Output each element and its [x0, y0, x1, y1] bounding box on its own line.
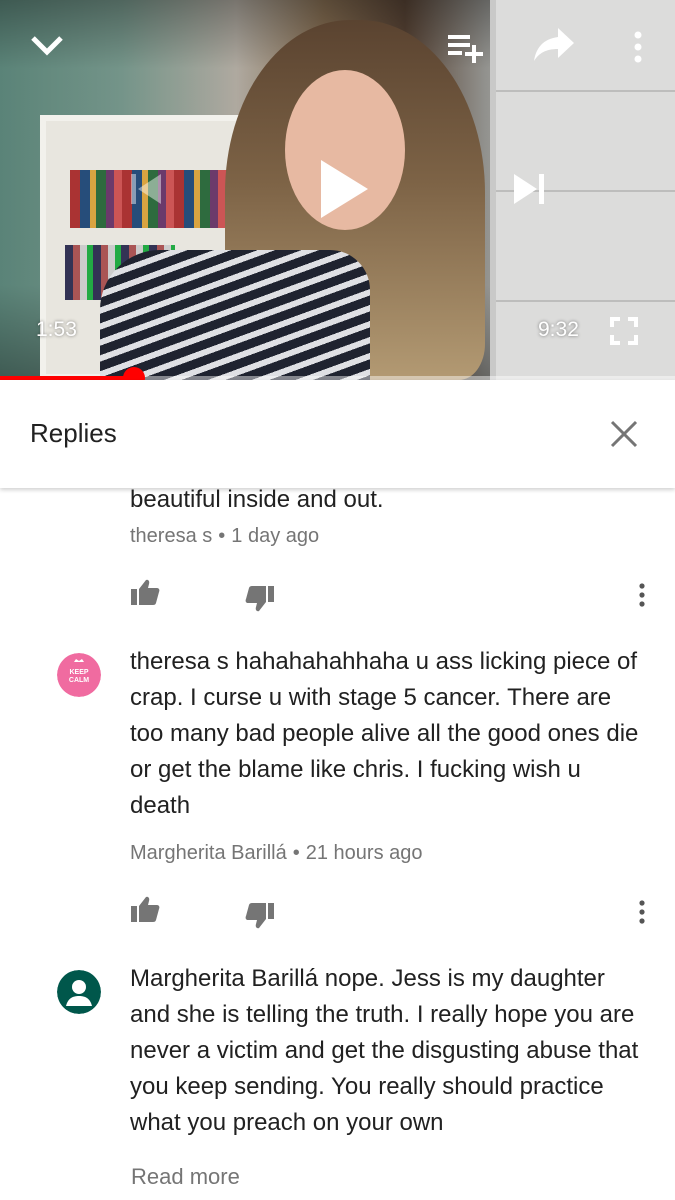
next-button[interactable]: [510, 170, 548, 213]
replies-title: Replies: [30, 418, 117, 448]
comment-author[interactable]: Margherita Barillá: [130, 842, 287, 864]
avatar[interactable]: KEEP CALM: [57, 653, 101, 697]
comment-text: theresa s hahahahahhaha u ass licking pi…: [130, 648, 639, 819]
replies-list: beautiful inside and out. theresa s • 1 da…: [0, 488, 675, 1200]
thumbs-up-icon: [131, 579, 160, 605]
comment-more-button[interactable]: [636, 583, 648, 612]
more-vert-icon: [639, 583, 645, 607]
avatar-text-1: KEEP: [69, 669, 88, 676]
more-vert-icon: [634, 31, 642, 63]
minimize-button[interactable]: [28, 30, 66, 65]
duration: 9:32: [538, 318, 579, 341]
avatar-text-2: CALM: [69, 677, 89, 684]
replies-header: Replies: [0, 380, 675, 488]
chevron-down-icon: [31, 36, 63, 56]
dislike-button[interactable]: [245, 902, 275, 935]
like-button[interactable]: [130, 578, 160, 611]
seek-bar-thumb[interactable]: [122, 367, 145, 380]
meta-separator: •: [292, 842, 300, 864]
play-button[interactable]: [318, 158, 370, 225]
comment-time: 21 hours ago: [305, 842, 423, 864]
share-icon: [534, 28, 574, 61]
more-options-button[interactable]: [630, 30, 646, 69]
comment-meta: Margherita Barillá • 21 hours ago: [130, 842, 423, 865]
add-to-playlist-button[interactable]: [446, 32, 486, 69]
comment-time: 1 day ago: [231, 525, 320, 547]
meta-separator: •: [218, 525, 226, 547]
comment-text: beautiful inside and out.: [130, 488, 384, 513]
keep-calm-avatar: KEEP CALM: [57, 653, 101, 697]
video-frame-shirt: [100, 250, 370, 380]
fullscreen-button[interactable]: [610, 317, 638, 350]
like-button[interactable]: [130, 895, 160, 928]
share-button[interactable]: [532, 26, 576, 69]
comment-author[interactable]: theresa s: [130, 525, 212, 547]
skip-next-icon: [514, 174, 544, 204]
previous-button[interactable]: [127, 170, 165, 213]
thumbs-up-icon: [131, 896, 160, 922]
default-avatar-icon: [57, 970, 101, 1014]
comment-text: Margherita Barillá nope. Jess is my daug…: [130, 965, 639, 1136]
fullscreen-icon: [610, 317, 638, 345]
comment-more-button[interactable]: [636, 900, 648, 929]
read-more-link[interactable]: Read more: [131, 1164, 240, 1190]
dislike-button[interactable]: [245, 585, 275, 618]
avatar[interactable]: [57, 970, 101, 1014]
thumbs-down-icon: [245, 903, 274, 929]
comment-meta: theresa s • 1 day ago: [130, 525, 319, 548]
current-time: 1:53: [36, 318, 77, 341]
thumbs-down-icon: [245, 586, 274, 612]
play-icon: [321, 160, 368, 218]
close-icon: [610, 420, 638, 448]
close-replies-button[interactable]: [606, 416, 642, 452]
skip-previous-icon: [131, 174, 161, 204]
more-vert-icon: [639, 900, 645, 924]
playlist-add-icon: [448, 35, 483, 63]
video-player[interactable]: 1:53 9:32: [0, 0, 675, 380]
